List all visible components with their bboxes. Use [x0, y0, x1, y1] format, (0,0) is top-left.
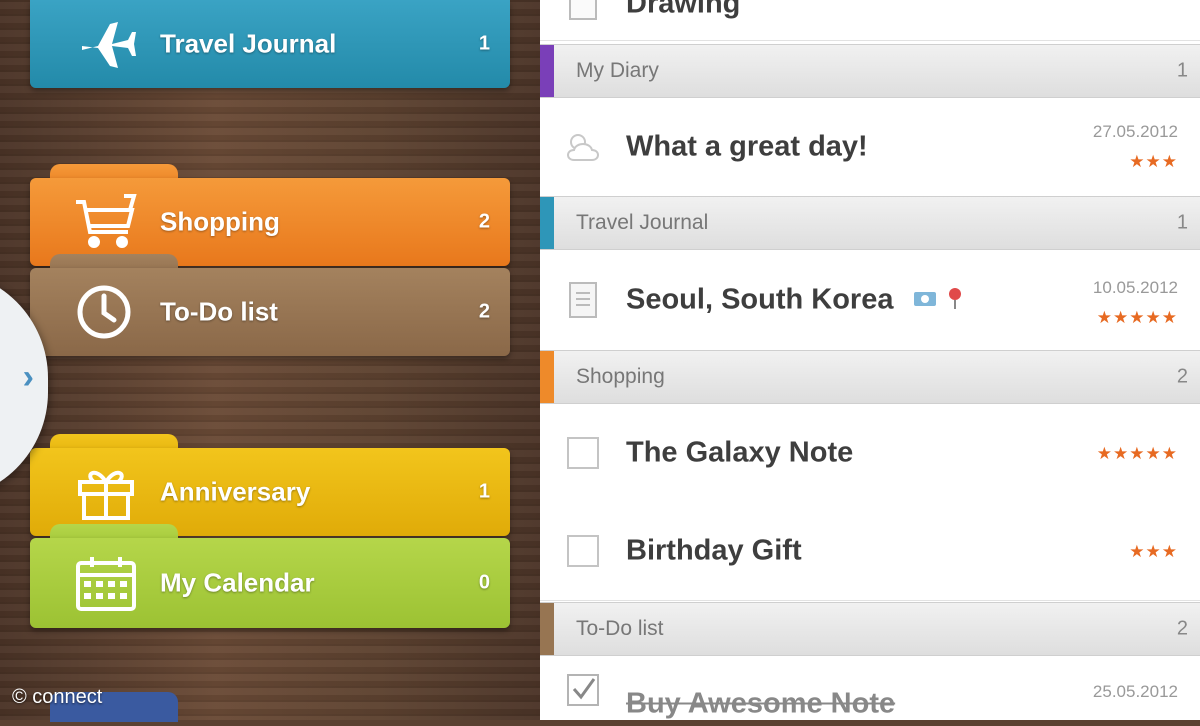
- note-list[interactable]: Drawing My Diary 1 What a great day! 27.…: [540, 0, 1200, 720]
- item-title: Seoul, South Korea: [626, 283, 894, 316]
- section-header-to-do-list[interactable]: To-Do list 2: [540, 602, 1200, 656]
- folder-count: 0: [478, 571, 490, 594]
- weather-icon: [564, 128, 602, 166]
- document-icon: [564, 0, 602, 23]
- folder-label: Travel Journal: [160, 28, 337, 59]
- folder-travel-journal[interactable]: Travel Journal 1: [30, 0, 510, 88]
- rating-stars: ★★★★★: [1096, 444, 1178, 463]
- item-title: What a great day!: [626, 130, 868, 163]
- folder-label: My Calendar: [160, 567, 315, 598]
- item-date: 27.05.2012: [1092, 122, 1178, 141]
- rating-stars: ★★★: [1129, 152, 1178, 171]
- section-header-my-diary[interactable]: My Diary 1: [540, 44, 1200, 98]
- gift-icon: [74, 462, 138, 522]
- calendar-icon: [74, 553, 138, 613]
- list-item[interactable]: What a great day! 27.05.2012 ★★★: [540, 98, 1200, 197]
- airplane-icon: [74, 14, 138, 74]
- cart-icon: [74, 192, 138, 252]
- folder-count: 1: [478, 480, 490, 503]
- folder-label: To-Do list: [160, 296, 278, 327]
- photo-icon: [912, 288, 938, 313]
- section-header-travel-journal[interactable]: Travel Journal 1: [540, 196, 1200, 250]
- item-date: 10.05.2012: [1092, 278, 1178, 297]
- list-item[interactable]: Buy Awesome Note 25.05.2012: [540, 656, 1200, 720]
- item-date: 25.05.2012: [1092, 682, 1178, 701]
- checkbox-icon[interactable]: [564, 532, 602, 570]
- rating-stars: ★★★: [1129, 542, 1178, 561]
- document-icon: [564, 281, 602, 319]
- section-count: 1: [1176, 59, 1188, 82]
- location-pin-icon: [946, 286, 964, 315]
- rating-stars: ★★★★★: [1096, 308, 1178, 327]
- watermark: © connect: [12, 686, 103, 708]
- section-count: 1: [1176, 211, 1188, 234]
- checkbox-icon[interactable]: [564, 434, 602, 472]
- checked-checkbox-icon[interactable]: [564, 671, 602, 709]
- item-title: Drawing: [626, 0, 741, 20]
- section-count: 2: [1176, 365, 1188, 388]
- folder-partial[interactable]: [30, 692, 510, 726]
- folder-count: 1: [478, 32, 490, 55]
- folder-count: 2: [478, 300, 490, 323]
- folder-anniversary[interactable]: Anniversary 1: [30, 434, 510, 536]
- folder-my-calendar[interactable]: My Calendar 0: [30, 524, 510, 628]
- folder-label: Anniversary: [160, 476, 311, 507]
- section-title: To-Do list: [576, 617, 664, 640]
- section-header-shopping[interactable]: Shopping 2: [540, 350, 1200, 404]
- item-title: Buy Awesome Note: [626, 687, 896, 720]
- folder-count: 2: [478, 210, 490, 233]
- item-title: Birthday Gift: [626, 534, 802, 567]
- section-title: Shopping: [576, 365, 665, 388]
- list-item[interactable]: Drawing: [540, 0, 1200, 41]
- chevron-right-icon: ›: [22, 358, 34, 396]
- list-item[interactable]: The Galaxy Note ★★★★★: [540, 404, 1200, 503]
- clock-icon: [74, 282, 138, 342]
- folder-label: Shopping: [160, 206, 280, 237]
- section-count: 2: [1176, 617, 1188, 640]
- list-item[interactable]: Seoul, South Korea 10.05.2012 ★★★★★: [540, 250, 1200, 351]
- folder-shopping[interactable]: Shopping 2: [30, 164, 510, 266]
- item-title: The Galaxy Note: [626, 436, 854, 469]
- section-title: My Diary: [576, 59, 659, 82]
- folder-to-do-list[interactable]: To-Do list 2: [30, 254, 510, 356]
- list-item[interactable]: Birthday Gift ★★★: [540, 502, 1200, 601]
- section-title: Travel Journal: [576, 211, 709, 234]
